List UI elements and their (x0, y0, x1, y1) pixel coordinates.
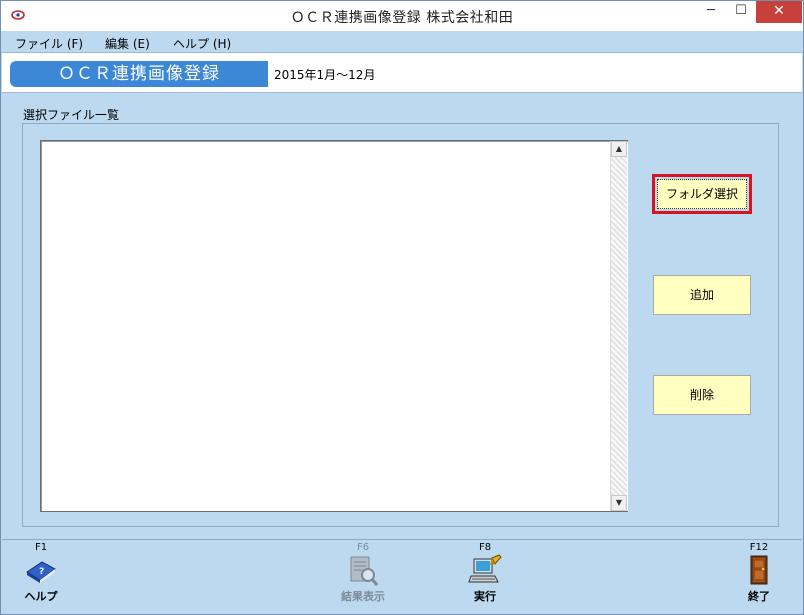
menu-bar: ファイル (F) 編集 (E) ヘルプ (H) (1, 31, 803, 53)
f6-result-label: 結果表示 (341, 590, 385, 603)
svg-text:?: ? (39, 567, 44, 577)
menu-help[interactable]: ヘルプ (H) (173, 35, 231, 52)
menu-file[interactable]: ファイル (F) (15, 35, 83, 52)
f12-key-label: F12 (749, 542, 769, 553)
file-list-label: 選択ファイル一覧 (23, 108, 120, 122)
f8-key-label: F8 (478, 542, 492, 553)
menu-edit[interactable]: 編集 (E) (105, 35, 150, 52)
f1-help-button[interactable]: F1 ? ヘルプ (19, 542, 63, 604)
f6-key-label: F6 (356, 542, 370, 553)
scroll-down-arrow-icon[interactable]: ▼ (611, 495, 627, 511)
f8-run-label: 実行 (474, 590, 496, 603)
add-button[interactable]: 追加 (653, 275, 751, 315)
window-title: ＯＣＲ連携画像登録 株式会社和田 (290, 10, 514, 26)
title-bar[interactable]: ＯＣＲ連携画像登録 株式会社和田 ─ ☐ ✕ (1, 1, 803, 31)
header-strip: ＯＣＲ連携画像登録 2015年1月～12月 (2, 53, 802, 93)
folder-select-label: フォルダ選択 (657, 179, 747, 209)
delete-button[interactable]: 削除 (653, 375, 751, 415)
minimize-button[interactable]: ─ (696, 1, 726, 23)
run-computer-icon (468, 554, 502, 583)
screen-title: ＯＣＲ連携画像登録 (10, 61, 268, 87)
close-button[interactable]: ✕ (756, 1, 802, 23)
f12-exit-label: 終了 (748, 590, 770, 603)
help-book-icon: ? (26, 561, 56, 583)
f6-result-button[interactable]: F6 結果表示 (335, 542, 391, 604)
result-magnifier-icon (350, 556, 379, 586)
f12-exit-button[interactable]: F12 終了 (737, 542, 781, 604)
f1-help-label: ヘルプ (24, 590, 58, 603)
scroll-up-arrow-icon[interactable]: ▲ (611, 141, 627, 157)
selected-file-list[interactable] (40, 140, 628, 512)
fiscal-period: 2015年1月～12月 (274, 68, 376, 82)
toolbar-divider (2, 539, 802, 540)
f1-key-label: F1 (34, 542, 48, 553)
main-window: ＯＣＲ連携画像登録 株式会社和田 ─ ☐ ✕ ファイル (F) 編集 (E) ヘ… (0, 0, 804, 615)
exit-door-icon (750, 555, 768, 585)
file-list-scrollbar[interactable]: ▲ ▼ (610, 141, 627, 511)
folder-select-button[interactable]: フォルダ選択 (652, 174, 752, 214)
maximize-button[interactable]: ☐ (726, 1, 756, 23)
f8-run-button[interactable]: F8 実行 (463, 542, 507, 604)
